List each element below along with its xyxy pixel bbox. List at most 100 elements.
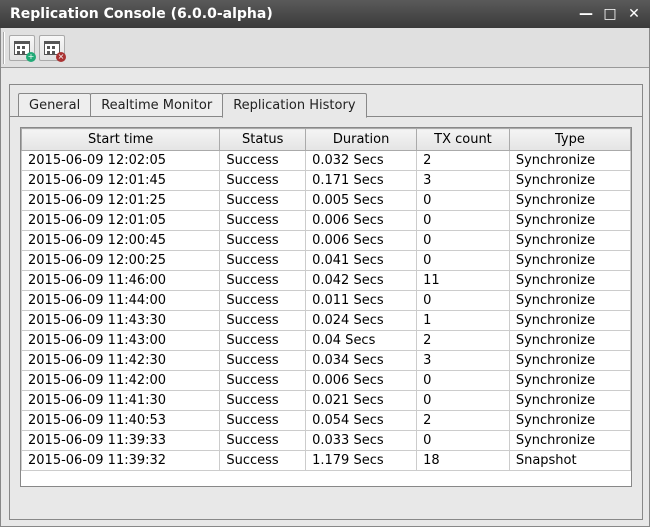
cell-start: 2015-06-09 11:39:32 [22,451,220,471]
cell-type: Synchronize [509,411,630,431]
table-row[interactable]: 2015-06-09 12:00:25Success0.041 Secs0Syn… [22,251,631,271]
toolbar-schedule-remove-button[interactable]: × [39,35,65,61]
tab-general[interactable]: General [18,93,91,117]
cell-type: Synchronize [509,211,630,231]
col-type[interactable]: Type [509,129,630,151]
cell-tx: 0 [417,231,510,251]
cell-tx: 2 [417,411,510,431]
cell-tx: 3 [417,171,510,191]
table-row[interactable]: 2015-06-09 11:43:30Success0.024 Secs1Syn… [22,311,631,331]
cell-duration: 0.006 Secs [306,211,417,231]
cell-duration: 0.006 Secs [306,371,417,391]
table-row[interactable]: 2015-06-09 12:02:05Success0.032 Secs2Syn… [22,151,631,171]
cell-start: 2015-06-09 11:42:00 [22,371,220,391]
cell-tx: 18 [417,451,510,471]
table-row[interactable]: 2015-06-09 12:00:45Success0.006 Secs0Syn… [22,231,631,251]
cell-type: Synchronize [509,351,630,371]
window-title: Replication Console (6.0.0-alpha) [10,6,572,22]
cell-duration: 0.171 Secs [306,171,417,191]
table-row[interactable]: 2015-06-09 11:40:53Success0.054 Secs2Syn… [22,411,631,431]
cell-type: Synchronize [509,371,630,391]
cell-tx: 0 [417,391,510,411]
table-row[interactable]: 2015-06-09 11:39:32Success1.179 Secs18Sn… [22,451,631,471]
cell-start: 2015-06-09 11:43:00 [22,331,220,351]
history-grid[interactable]: Start time Status Duration TX count Type… [20,127,632,487]
table-row[interactable]: 2015-06-09 12:01:45Success0.171 Secs3Syn… [22,171,631,191]
cell-status: Success [220,351,306,371]
cell-duration: 0.024 Secs [306,311,417,331]
cell-duration: 0.011 Secs [306,291,417,311]
toolbar-separator [3,32,5,64]
cell-type: Synchronize [509,251,630,271]
cell-status: Success [220,171,306,191]
tab-history[interactable]: Replication History [222,93,366,118]
cell-type: Synchronize [509,271,630,291]
cell-status: Success [220,151,306,171]
cell-start: 2015-06-09 11:39:33 [22,431,220,451]
cell-type: Synchronize [509,171,630,191]
cell-duration: 0.033 Secs [306,431,417,451]
tab-general-label: General [29,98,80,113]
tab-realtime[interactable]: Realtime Monitor [90,93,223,117]
cell-status: Success [220,391,306,411]
cell-status: Success [220,291,306,311]
cell-tx: 2 [417,331,510,351]
tab-panel-history: Start time Status Duration TX count Type… [10,117,642,497]
cell-type: Synchronize [509,311,630,331]
cell-duration: 0.032 Secs [306,151,417,171]
cell-duration: 0.041 Secs [306,251,417,271]
table-header-row: Start time Status Duration TX count Type [22,129,631,151]
cell-start: 2015-06-09 12:01:25 [22,191,220,211]
maximize-button[interactable]: □ [600,4,620,24]
cell-type: Synchronize [509,231,630,251]
table-row[interactable]: 2015-06-09 11:41:30Success0.021 Secs0Syn… [22,391,631,411]
toolbar: + × [1,28,649,68]
table-row[interactable]: 2015-06-09 12:01:05Success0.006 Secs0Syn… [22,211,631,231]
col-tx[interactable]: TX count [417,129,510,151]
cell-status: Success [220,271,306,291]
cell-tx: 0 [417,251,510,271]
cell-type: Synchronize [509,431,630,451]
cell-duration: 0.04 Secs [306,331,417,351]
cell-start: 2015-06-09 11:44:00 [22,291,220,311]
table-row[interactable]: 2015-06-09 11:39:33Success0.033 Secs0Syn… [22,431,631,451]
tab-realtime-label: Realtime Monitor [101,98,212,113]
window-body: + × General Realtime Monitor Replication… [0,28,650,527]
cell-tx: 0 [417,431,510,451]
col-duration[interactable]: Duration [306,129,417,151]
cell-status: Success [220,431,306,451]
table-row[interactable]: 2015-06-09 11:42:00Success0.006 Secs0Syn… [22,371,631,391]
cell-type: Synchronize [509,191,630,211]
cell-type: Synchronize [509,331,630,351]
minimize-button[interactable]: — [576,4,596,24]
table-row[interactable]: 2015-06-09 11:42:30Success0.034 Secs3Syn… [22,351,631,371]
cell-type: Synchronize [509,391,630,411]
history-table: Start time Status Duration TX count Type… [21,128,631,471]
cell-status: Success [220,311,306,331]
cell-tx: 1 [417,311,510,331]
table-row[interactable]: 2015-06-09 11:44:00Success0.011 Secs0Syn… [22,291,631,311]
cell-duration: 0.021 Secs [306,391,417,411]
cell-duration: 1.179 Secs [306,451,417,471]
cell-start: 2015-06-09 12:01:05 [22,211,220,231]
cell-tx: 2 [417,151,510,171]
cell-status: Success [220,371,306,391]
cell-tx: 0 [417,191,510,211]
table-row[interactable]: 2015-06-09 11:43:00Success0.04 Secs2Sync… [22,331,631,351]
titlebar: Replication Console (6.0.0-alpha) — □ ✕ [0,0,650,28]
table-row[interactable]: 2015-06-09 12:01:25Success0.005 Secs0Syn… [22,191,631,211]
cell-start: 2015-06-09 11:40:53 [22,411,220,431]
cell-duration: 0.005 Secs [306,191,417,211]
col-status[interactable]: Status [220,129,306,151]
cell-status: Success [220,191,306,211]
cell-tx: 0 [417,371,510,391]
cell-status: Success [220,251,306,271]
col-start[interactable]: Start time [22,129,220,151]
toolbar-schedule-add-button[interactable]: + [9,35,35,61]
cell-status: Success [220,411,306,431]
close-button[interactable]: ✕ [624,4,644,24]
cell-start: 2015-06-09 11:43:30 [22,311,220,331]
table-row[interactable]: 2015-06-09 11:46:00Success0.042 Secs11Sy… [22,271,631,291]
plus-badge-icon: + [26,52,36,62]
cell-duration: 0.042 Secs [306,271,417,291]
